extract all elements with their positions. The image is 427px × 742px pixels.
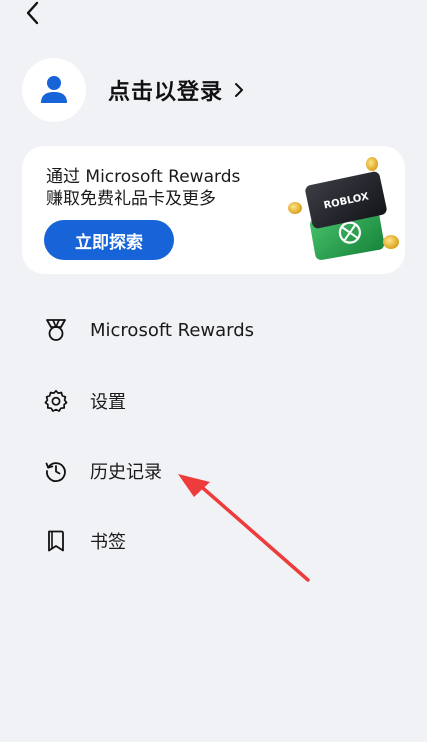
medal-icon xyxy=(44,318,68,342)
menu-item-label: Microsoft Rewards xyxy=(90,319,255,341)
menu-item-bookmarks[interactable]: 书签 xyxy=(44,528,126,554)
coin-icon xyxy=(383,235,399,249)
login-row[interactable]: 点击以登录 xyxy=(22,57,245,123)
chevron-right-icon xyxy=(233,81,245,99)
menu-item-history[interactable]: 历史记录 xyxy=(44,458,162,484)
avatar[interactable] xyxy=(22,58,86,122)
explore-button[interactable]: 立即探索 xyxy=(44,220,174,260)
menu-item-label: 设置 xyxy=(90,392,126,413)
history-icon xyxy=(44,459,68,483)
bookmark-icon xyxy=(44,529,68,553)
menu-item-rewards[interactable]: Microsoft Rewards xyxy=(44,318,254,342)
user-icon xyxy=(41,76,67,103)
menu-item-label: 历史记录 xyxy=(90,462,162,483)
rewards-promo-card: 通过 Microsoft Rewards 赚取免费礼品卡及更多 立即探索 ROB… xyxy=(22,146,405,274)
gear-icon xyxy=(44,389,68,413)
coin-icon xyxy=(366,157,378,171)
promo-line-2: 赚取免费礼品卡及更多 xyxy=(46,189,216,209)
menu-item-settings[interactable]: 设置 xyxy=(44,388,126,414)
gift-cards-illustration: ROBLOX xyxy=(288,157,399,260)
chevron-left-icon xyxy=(26,1,39,25)
menu-item-label: 书签 xyxy=(90,532,126,553)
coin-icon xyxy=(288,202,302,214)
login-label[interactable]: 点击以登录 xyxy=(108,74,223,106)
back-button[interactable] xyxy=(18,0,48,26)
